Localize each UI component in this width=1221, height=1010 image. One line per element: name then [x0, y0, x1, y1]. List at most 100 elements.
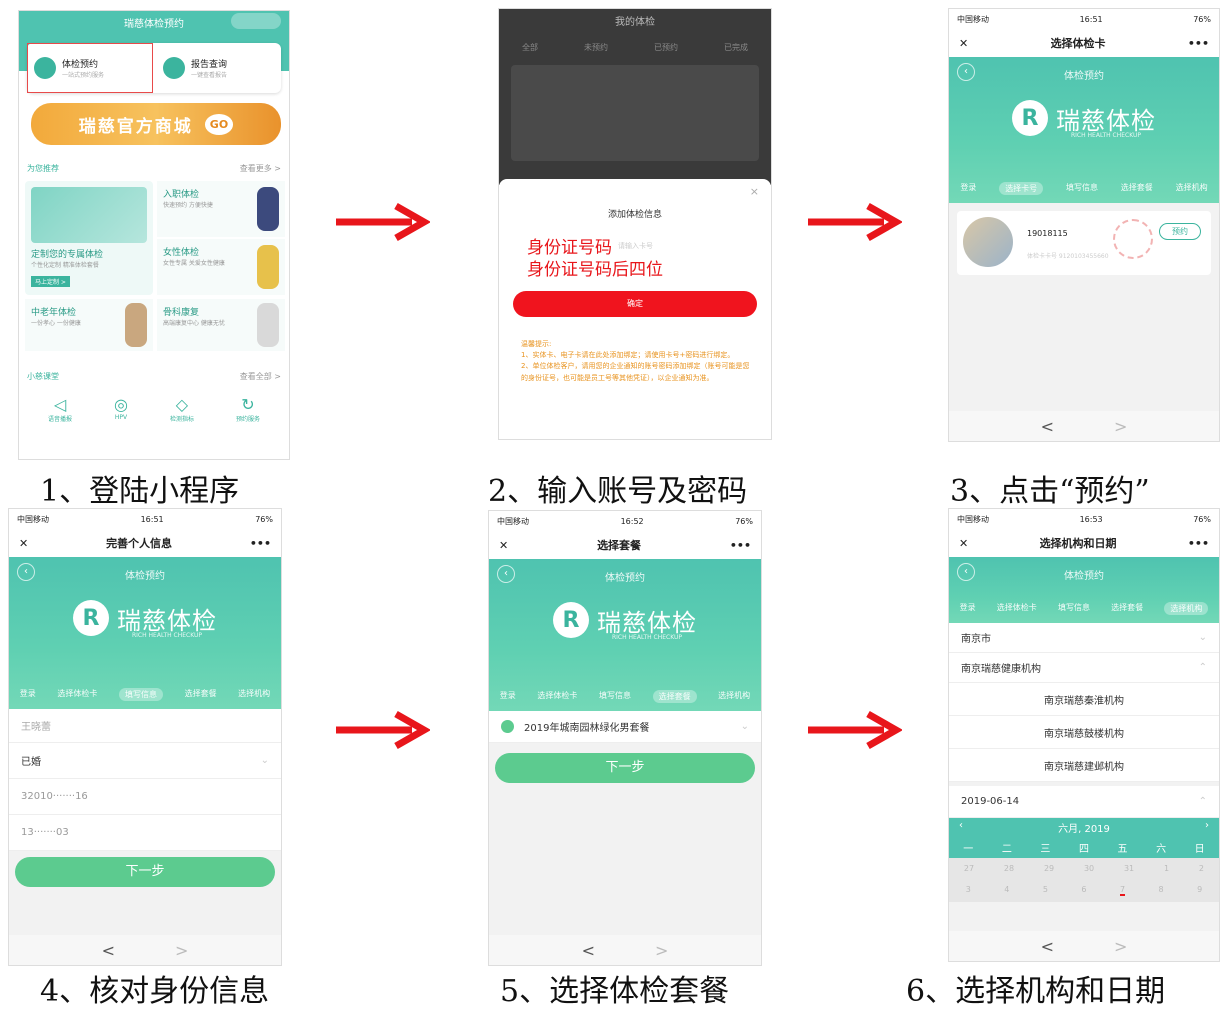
- s6-hero: ‹ 体检预约 登录 选择体检卡 填写信息 选择套餐 选择机构: [949, 557, 1219, 623]
- tab-booked[interactable]: 已预约: [654, 42, 678, 53]
- booking-label: 体检预约: [62, 60, 99, 70]
- nav-forward-icon[interactable]: >: [1114, 937, 1127, 956]
- clock: 16:53: [1079, 514, 1103, 524]
- voice-item[interactable]: ◁ 语音播报: [48, 395, 72, 423]
- next-month-icon[interactable]: ›: [1205, 820, 1209, 835]
- city-value: 南京市: [961, 634, 991, 645]
- nav-back-icon[interactable]: <: [102, 941, 115, 960]
- calendar-day[interactable]: 3: [966, 885, 971, 896]
- date-select[interactable]: 2019-06-14 ⌃: [949, 786, 1219, 818]
- close-icon[interactable]: ✕: [959, 537, 968, 550]
- calendar-day[interactable]: 7: [1119, 885, 1126, 896]
- tab-all[interactable]: 全部: [522, 42, 538, 53]
- booking-sublabel: 一站式预约服务: [62, 72, 105, 79]
- password-field[interactable]: 身份证号码后四位: [527, 255, 663, 280]
- brand-sub: RICH HEALTH CHECKUP: [131, 632, 203, 639]
- mall-go-badge[interactable]: GO: [204, 113, 234, 135]
- calendar-day[interactable]: 30: [1084, 864, 1094, 873]
- exam-card[interactable]: 19018115 体检卡卡号 9120103455660 预约: [957, 211, 1211, 275]
- package-option[interactable]: 2019年城南园林绿化男套餐 ⌄: [489, 711, 761, 743]
- s3-titlebar: ✕ 选择体检卡 •••: [949, 29, 1219, 57]
- nav-forward-icon[interactable]: >: [175, 941, 188, 960]
- book-button[interactable]: 预约: [1159, 223, 1201, 240]
- indicator-item[interactable]: ◇ 检测指标: [170, 395, 194, 423]
- service-label: 预约服务: [235, 416, 260, 423]
- s4-hero: ‹ 体检预约 R 瑞慈体检 RICH HEALTH CHECKUP 登录 选择体检…: [9, 557, 281, 709]
- prev-month-icon[interactable]: ‹: [959, 820, 963, 835]
- report-card[interactable]: 报告查询 一键查看报告: [153, 43, 281, 93]
- password-field-label: 身份证号码后四位: [527, 260, 663, 280]
- branch-option[interactable]: 南京瑞慈秦淮机构: [949, 683, 1219, 716]
- senior-exam-card[interactable]: 中老年体检 一份孝心 一份健康: [25, 299, 153, 351]
- s3-bottom-nav: < >: [949, 411, 1219, 441]
- card-line: 体检卡卡号 9120103455660: [1027, 253, 1109, 260]
- calendar-day[interactable]: 1: [1164, 864, 1169, 873]
- more-icon[interactable]: •••: [1188, 37, 1209, 50]
- custom-package-illustration: [31, 187, 147, 243]
- s1-menu-capsule[interactable]: [231, 13, 281, 29]
- branch-name: 南京瑞慈鼓楼机构: [1044, 728, 1124, 740]
- s4-status-bar: 中国移动 16:51 76%: [9, 509, 281, 529]
- hpv-item[interactable]: ◎ HPV: [114, 395, 128, 423]
- marital-select[interactable]: 已婚 ⌄: [9, 743, 281, 779]
- id-number-field[interactable]: 32010·······16: [9, 779, 281, 815]
- calendar-day[interactable]: 2: [1199, 864, 1204, 873]
- phone-field[interactable]: 13·······03: [9, 815, 281, 851]
- card-stamp: [1113, 219, 1153, 259]
- name-field[interactable]: 王晓蕾: [9, 709, 281, 743]
- custom-package-card[interactable]: 定制您的专属体检 个性化定制 精准体检套餐 马上定制 >: [25, 181, 153, 295]
- nav-back-icon[interactable]: <: [582, 941, 595, 960]
- dialog-close-icon[interactable]: ×: [750, 185, 759, 198]
- arrow-right-icon: [808, 710, 902, 750]
- calendar-day[interactable]: 31: [1124, 864, 1134, 873]
- brand-logo-icon: R: [1012, 100, 1048, 136]
- close-icon[interactable]: ✕: [19, 537, 28, 550]
- weekday: 一: [963, 844, 974, 855]
- custom-now-button[interactable]: 马上定制 >: [31, 276, 70, 287]
- city-select[interactable]: 南京市 ⌄: [949, 623, 1219, 653]
- more-icon[interactable]: •••: [250, 537, 271, 550]
- nav-forward-icon[interactable]: >: [1114, 417, 1127, 436]
- nav-forward-icon[interactable]: >: [655, 941, 668, 960]
- more-icon[interactable]: •••: [1188, 537, 1209, 550]
- tip-2: 2、单位体检客户，请用您的企业通知的账号密码添加绑定（账号可能是您的身份证号，也…: [521, 362, 750, 382]
- institution-group[interactable]: 南京瑞慈健康机构 ⌃: [949, 653, 1219, 683]
- calendar-day[interactable]: 8: [1159, 885, 1164, 896]
- see-all-link[interactable]: 查看全部 >: [240, 371, 281, 382]
- next-button[interactable]: 下一步: [15, 857, 275, 887]
- rehab-card[interactable]: 骨科康复 高端康复中心 健康无忧: [157, 299, 285, 351]
- calendar-grid: 27 28 29 30 31 1 2 3 4 5 6 7 8 9: [949, 858, 1219, 902]
- booking-card[interactable]: 体检预约 一站式预约服务: [27, 43, 153, 93]
- see-more-link[interactable]: 查看更多 >: [240, 163, 281, 174]
- close-icon[interactable]: ✕: [499, 539, 508, 552]
- calendar-day[interactable]: 27: [964, 864, 974, 873]
- service-item[interactable]: ↻ 预约服务: [236, 395, 260, 423]
- nav-back-icon[interactable]: <: [1041, 937, 1054, 956]
- nav-back-icon[interactable]: <: [1041, 417, 1054, 436]
- close-icon[interactable]: ✕: [959, 37, 968, 50]
- tab-unbooked[interactable]: 未预约: [584, 42, 608, 53]
- mall-banner[interactable]: 瑞慈官方商城 GO: [31, 103, 281, 145]
- branch-option[interactable]: 南京瑞慈建邺机构: [949, 749, 1219, 782]
- more-icon[interactable]: •••: [730, 539, 751, 552]
- next-button[interactable]: 下一步: [495, 753, 755, 783]
- step-login: 登录: [499, 691, 516, 700]
- calendar-month: 六月, 2019: [1058, 824, 1110, 835]
- confirm-button[interactable]: 确定: [513, 291, 757, 317]
- marital-value: 已婚: [21, 757, 41, 768]
- female-exam-card[interactable]: 女性体检 女性专属 关爱女性健康: [157, 239, 285, 295]
- branch-option[interactable]: 南京瑞慈鼓楼机构: [949, 716, 1219, 749]
- tab-done[interactable]: 已完成: [724, 42, 748, 53]
- calendar-day[interactable]: 4: [1004, 885, 1009, 896]
- calendar-day[interactable]: 29: [1044, 864, 1054, 873]
- phone-value: 13·······03: [21, 827, 69, 838]
- step-institution: 选择机构: [1164, 602, 1209, 615]
- weekday-row: 一 二 三 四 五 六 日: [949, 837, 1219, 858]
- calendar-day[interactable]: 6: [1081, 885, 1086, 896]
- calendar-day[interactable]: 5: [1043, 885, 1048, 896]
- entry-exam-card[interactable]: 入职体检 快速预约 方便快捷: [157, 181, 285, 237]
- weekday: 日: [1194, 844, 1205, 855]
- calendar-day[interactable]: 28: [1004, 864, 1014, 873]
- refresh-icon: ↻: [241, 395, 255, 414]
- calendar-day[interactable]: 9: [1197, 885, 1202, 896]
